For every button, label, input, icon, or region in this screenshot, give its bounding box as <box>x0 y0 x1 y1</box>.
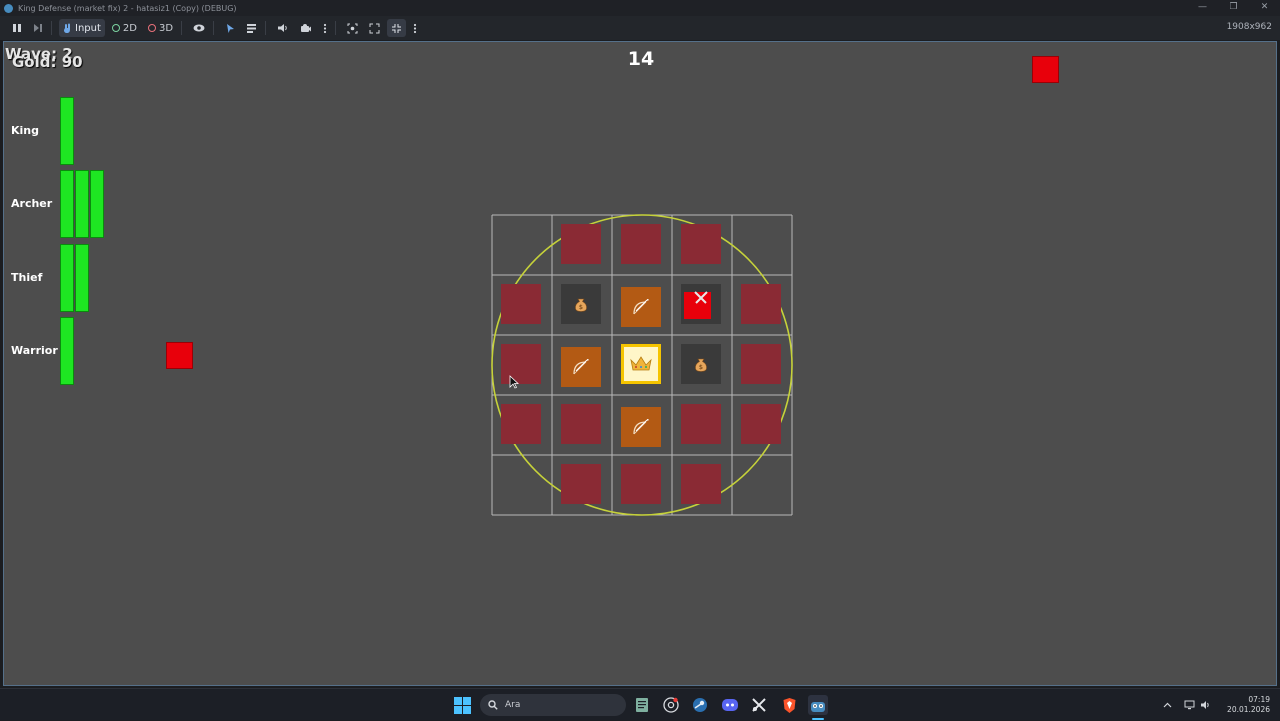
empty-tower-slot[interactable] <box>681 224 721 264</box>
notepad-icon[interactable] <box>632 695 652 715</box>
empty-tower-slot[interactable] <box>561 224 601 264</box>
empty-tower-slot[interactable] <box>741 344 781 384</box>
toolbar-separator <box>213 21 215 35</box>
2d-ring-icon <box>111 24 120 32</box>
empty-tower-slot[interactable] <box>501 404 541 444</box>
empty-tower-slot[interactable] <box>681 404 721 444</box>
capture-icon <box>347 23 358 33</box>
fullscreen-button[interactable] <box>365 19 384 37</box>
volume-icon[interactable] <box>1200 700 1211 710</box>
chrome-icon[interactable] <box>661 695 681 715</box>
next-frame-icon <box>34 24 42 32</box>
empty-tower-slot[interactable] <box>501 284 541 324</box>
collapse-icon <box>392 23 402 33</box>
resolution-readout: 1908x962 <box>1226 22 1272 32</box>
pointer-icon <box>227 23 235 33</box>
window-title: King Defense (market fix) 2 - hatasiz1 (… <box>18 3 237 13</box>
game-viewport[interactable]: Wave: 2 Gold: 90 14 King Archer Thief Warri… <box>3 41 1277 686</box>
mode-3d-label: 3D <box>158 22 174 34</box>
chevron-up-icon[interactable] <box>1163 702 1172 708</box>
empty-tower-slot[interactable] <box>621 464 661 504</box>
list-select-button[interactable] <box>242 19 261 37</box>
taskbar-clock[interactable]: 07:19 20.01.2026 <box>1227 695 1270 715</box>
windows-taskbar: Ara 07:19 20.01.2026 <box>0 688 1280 720</box>
toolbar-separator <box>335 21 337 35</box>
taskbar-search-box[interactable]: Ara <box>480 694 626 716</box>
thief-tower[interactable]: $ <box>561 284 601 324</box>
empty-tower-slot[interactable] <box>741 284 781 324</box>
steam-icon[interactable] <box>690 695 710 715</box>
visibility-button[interactable] <box>189 19 209 37</box>
network-icon[interactable] <box>1184 700 1195 710</box>
list-icon <box>247 23 257 33</box>
kebab-menu-icon <box>413 23 417 33</box>
window-options-button[interactable] <box>409 19 421 37</box>
maximize-button[interactable]: ❐ <box>1218 0 1249 16</box>
crossed-swords-icon <box>694 291 708 304</box>
mouse-cursor-icon <box>509 375 519 389</box>
toolbar-separator <box>51 21 52 35</box>
discord-icon[interactable] <box>720 695 740 715</box>
system-tray: 07:19 20.01.2026 <box>1163 689 1270 721</box>
embed-window-button[interactable] <box>387 19 407 37</box>
thief-tower[interactable]: $ <box>681 344 721 384</box>
pause-icon <box>13 24 21 32</box>
clock-date: 20.01.2026 <box>1227 705 1270 714</box>
archer-tower[interactable] <box>561 347 601 387</box>
hand-icon <box>64 23 70 33</box>
eye-icon <box>193 24 205 32</box>
mode-3d-button[interactable]: 3D <box>144 19 177 37</box>
empty-tower-slot[interactable] <box>561 464 601 504</box>
kebab-menu-icon <box>323 23 327 33</box>
input-mode-button[interactable]: Input <box>59 19 105 37</box>
bow-arrow-icon <box>633 419 649 435</box>
bow-arrow-icon <box>573 359 589 375</box>
toolbar-separator <box>265 21 267 35</box>
next-frame-button[interactable] <box>29 19 47 37</box>
grid-cells[interactable]: $ $ <box>491 214 793 516</box>
mode-2d-label: 2D <box>122 22 137 34</box>
bow-arrow-icon <box>633 299 649 315</box>
brave-icon[interactable] <box>779 695 799 715</box>
archer-tower[interactable] <box>621 407 661 447</box>
money-bag-icon: $ <box>695 358 707 372</box>
empty-tower-slot[interactable] <box>621 224 661 264</box>
archer-tower[interactable] <box>621 287 661 327</box>
search-icon <box>488 700 498 710</box>
pause-button[interactable] <box>8 19 26 37</box>
speaker-icon <box>278 24 287 32</box>
search-placeholder: Ara <box>505 700 521 710</box>
empty-tower-slot[interactable] <box>561 404 601 444</box>
money-bag-icon: $ <box>575 298 587 312</box>
camera-override-button[interactable] <box>296 19 316 37</box>
expand-icon <box>369 23 380 33</box>
debug-toolbar: Input 2D 3D 1908x962 <box>0 16 1280 40</box>
crown-icon <box>630 356 652 371</box>
godot-app-icon <box>4 3 13 13</box>
clock-time: 07:19 <box>1248 695 1270 704</box>
screenshot-button[interactable] <box>343 19 362 37</box>
camera-icon <box>301 24 312 32</box>
minimize-button[interactable]: — <box>1187 0 1218 16</box>
close-button[interactable]: ✕ <box>1249 0 1280 16</box>
windows-start-icon[interactable] <box>452 695 472 715</box>
godot-icon[interactable] <box>808 695 828 715</box>
select-tool-button[interactable] <box>221 19 239 37</box>
more-options-button[interactable] <box>319 19 331 37</box>
warrior-tower[interactable] <box>681 284 721 324</box>
empty-tower-slot[interactable] <box>681 464 721 504</box>
king-tile[interactable] <box>621 344 661 384</box>
audio-button[interactable] <box>273 19 293 37</box>
input-mode-label: Input <box>75 22 101 34</box>
3d-ring-icon <box>147 24 156 32</box>
empty-tower-slot[interactable] <box>501 344 541 384</box>
empty-tower-slot[interactable] <box>741 404 781 444</box>
mode-2d-button[interactable]: 2D <box>108 19 141 37</box>
window-title-bar: King Defense (market fix) 2 - hatasiz1 (… <box>0 0 1280 16</box>
toolbar-separator <box>181 21 183 35</box>
svg-text:$: $ <box>699 363 703 371</box>
snipping-tool-icon[interactable] <box>749 695 769 715</box>
svg-text:$: $ <box>579 303 583 311</box>
